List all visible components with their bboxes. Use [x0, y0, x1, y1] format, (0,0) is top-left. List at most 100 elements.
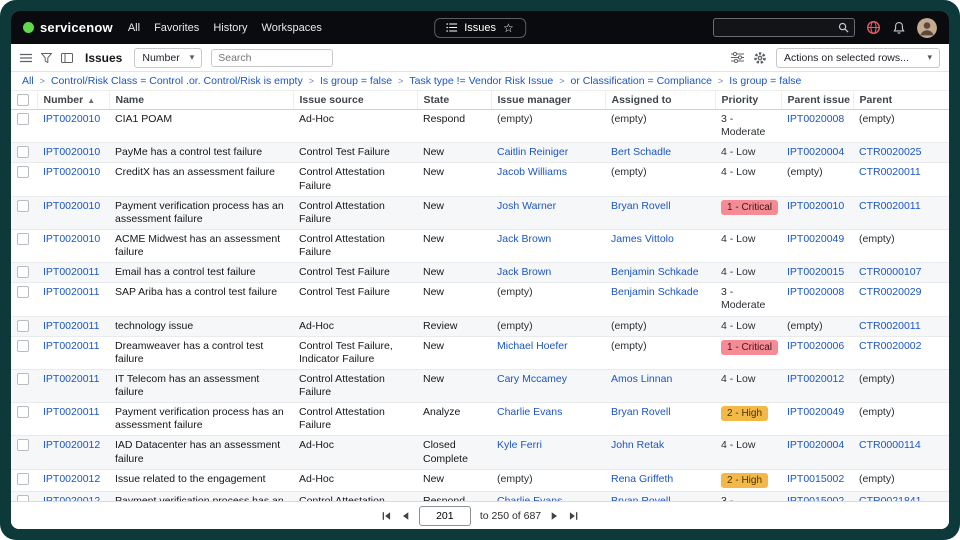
column-header-parent-issue[interactable]: Parent issue: [781, 91, 853, 110]
column-header-state[interactable]: State: [417, 91, 491, 110]
number-link[interactable]: IPT0020010: [43, 233, 100, 245]
record-link[interactable]: IPT0020004: [787, 439, 844, 451]
record-link[interactable]: CTR0020002: [859, 340, 921, 352]
record-link[interactable]: IPT0020049: [787, 406, 844, 418]
breadcrumb-item[interactable]: Control/Risk Class = Control .or. Contro…: [51, 75, 303, 87]
row-checkbox[interactable]: [17, 473, 29, 485]
last-page-button[interactable]: [568, 511, 579, 521]
column-header-number[interactable]: Number▲: [37, 91, 109, 110]
nav-item-all[interactable]: All: [128, 22, 140, 34]
record-link[interactable]: CTR0000114: [859, 439, 921, 451]
row-checkbox[interactable]: [17, 439, 29, 451]
next-page-button[interactable]: [550, 511, 559, 521]
list-menu-icon[interactable]: [20, 53, 32, 63]
number-link[interactable]: IPT0020011: [43, 266, 99, 278]
first-page-button[interactable]: [381, 511, 392, 521]
search-field-select[interactable]: Number ▾: [134, 48, 202, 68]
servicenow-logo[interactable]: servicenow: [23, 20, 113, 35]
number-link[interactable]: IPT0020012: [43, 439, 100, 451]
row-checkbox[interactable]: [17, 166, 29, 178]
sliders-icon[interactable]: [731, 52, 744, 63]
pager-current-row-input[interactable]: [419, 506, 471, 526]
row-checkbox[interactable]: [17, 286, 29, 298]
record-link[interactable]: IPT0020049: [787, 233, 844, 245]
record-link[interactable]: James Vittolo: [611, 233, 674, 245]
nav-item-favorites[interactable]: Favorites: [154, 22, 199, 34]
record-link[interactable]: CTR0020025: [859, 146, 921, 158]
current-page-pill[interactable]: Issues ☆: [434, 18, 526, 38]
row-checkbox[interactable]: [17, 373, 29, 385]
record-link[interactable]: Bryan Rovell: [611, 200, 671, 212]
record-link[interactable]: IPT0020012: [787, 373, 844, 385]
record-link[interactable]: IPT0015002: [787, 473, 844, 485]
record-link[interactable]: CTR0000107: [859, 266, 921, 278]
row-checkbox[interactable]: [17, 113, 29, 125]
record-link[interactable]: Caitlin Reiniger: [497, 146, 568, 158]
record-link[interactable]: John Retak: [611, 439, 664, 451]
record-link[interactable]: CTR0020011: [859, 166, 921, 178]
column-header-assigned-to[interactable]: Assigned to: [605, 91, 715, 110]
breadcrumb-item[interactable]: or Classification = Compliance: [571, 75, 713, 87]
global-search-input[interactable]: [719, 21, 834, 34]
record-link[interactable]: Benjamin Schkade: [611, 266, 699, 278]
record-link[interactable]: Rena Griffeth: [611, 473, 673, 485]
user-avatar[interactable]: [917, 18, 937, 38]
record-link[interactable]: IPT0020006: [787, 340, 844, 352]
row-checkbox[interactable]: [17, 266, 29, 278]
globe-icon[interactable]: [866, 20, 881, 35]
record-link[interactable]: IPT0020008: [787, 113, 844, 125]
record-link[interactable]: Michael Hoefer: [497, 340, 568, 352]
record-link[interactable]: IPT0020004: [787, 146, 844, 158]
actions-select[interactable]: Actions on selected rows... ▾: [776, 48, 940, 68]
row-checkbox[interactable]: [17, 233, 29, 245]
row-checkbox[interactable]: [17, 340, 29, 352]
select-all-checkbox[interactable]: [17, 94, 29, 106]
row-checkbox[interactable]: [17, 320, 29, 332]
column-header-priority[interactable]: Priority: [715, 91, 781, 110]
number-link[interactable]: IPT0020011: [43, 320, 99, 332]
number-link[interactable]: IPT0020010: [43, 166, 100, 178]
record-link[interactable]: Bert Schadle: [611, 146, 671, 158]
row-checkbox[interactable]: [17, 406, 29, 418]
record-link[interactable]: Bryan Rovell: [611, 406, 671, 418]
record-link[interactable]: Jack Brown: [497, 266, 551, 278]
record-link[interactable]: Charlie Evans: [497, 406, 562, 418]
number-link[interactable]: IPT0020010: [43, 200, 100, 212]
column-header-name[interactable]: Name: [109, 91, 293, 110]
record-link[interactable]: Benjamin Schkade: [611, 286, 699, 298]
nav-item-history[interactable]: History: [213, 22, 247, 34]
column-header-parent[interactable]: Parent: [853, 91, 949, 110]
nav-item-workspaces[interactable]: Workspaces: [262, 22, 322, 34]
row-checkbox[interactable]: [17, 146, 29, 158]
breadcrumb-item[interactable]: Is group = false: [729, 75, 801, 87]
number-link[interactable]: IPT0020011: [43, 286, 99, 298]
number-link[interactable]: IPT0020011: [43, 406, 99, 418]
number-link[interactable]: IPT0020010: [43, 146, 100, 158]
record-link[interactable]: Cary Mccamey: [497, 373, 567, 385]
record-link[interactable]: IPT0020010: [787, 200, 844, 212]
number-link[interactable]: IPT0020011: [43, 340, 99, 352]
favorite-star-icon[interactable]: ☆: [503, 22, 514, 34]
record-link[interactable]: CTR0020029: [859, 286, 921, 298]
record-link[interactable]: CTR0020011: [859, 320, 921, 332]
number-link[interactable]: IPT0020011: [43, 373, 99, 385]
previous-page-button[interactable]: [401, 511, 410, 521]
list-search-input[interactable]: [211, 49, 333, 67]
record-link[interactable]: CTR0020011: [859, 200, 921, 212]
panel-icon[interactable]: [61, 53, 73, 63]
global-search-box[interactable]: [713, 18, 855, 37]
gear-icon[interactable]: [753, 51, 767, 65]
record-link[interactable]: Josh Warner: [497, 200, 556, 212]
breadcrumb-item[interactable]: Is group = false: [320, 75, 392, 87]
number-link[interactable]: IPT0020012: [43, 473, 100, 485]
breadcrumb-item[interactable]: Task type != Vendor Risk Issue: [409, 75, 553, 87]
record-link[interactable]: Amos Linnan: [611, 373, 672, 385]
record-link[interactable]: IPT0020008: [787, 286, 844, 298]
record-link[interactable]: Jacob Williams: [497, 166, 567, 178]
row-checkbox[interactable]: [17, 200, 29, 212]
record-link[interactable]: Jack Brown: [497, 233, 551, 245]
record-link[interactable]: IPT0020015: [787, 266, 844, 278]
filter-icon[interactable]: [41, 53, 52, 63]
number-link[interactable]: IPT0020010: [43, 113, 100, 125]
notifications-bell-icon[interactable]: [892, 21, 906, 35]
